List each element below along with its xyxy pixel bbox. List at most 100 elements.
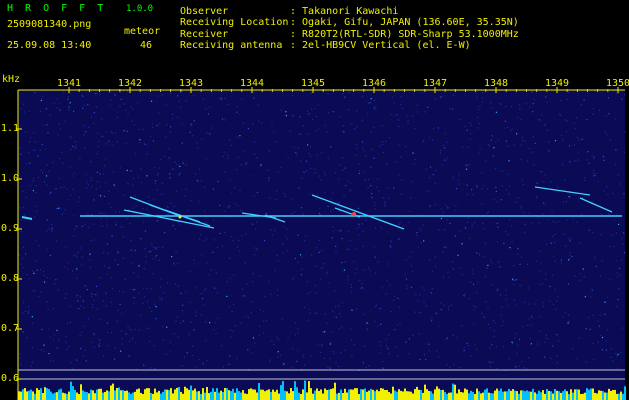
noise-dot (469, 122, 471, 124)
noise-dot (223, 151, 225, 153)
noise-dot (500, 314, 502, 316)
noise-dot (621, 327, 623, 329)
noise-dot (481, 97, 483, 99)
noise-dot (338, 328, 340, 330)
noise-dot (252, 281, 254, 283)
noise-dot (381, 287, 384, 289)
noise-dot (82, 107, 84, 109)
noise-dot (206, 238, 208, 240)
noise-dot (397, 324, 399, 326)
noise-dot (162, 339, 164, 341)
noise-dot (287, 337, 289, 339)
y-unit-label: kHz (2, 74, 21, 85)
noise-dot (125, 109, 127, 111)
noise-dot (274, 229, 276, 232)
noise-dot (61, 152, 63, 154)
noise-dot (226, 295, 228, 297)
noise-dot (120, 330, 122, 332)
noise-dot (150, 135, 152, 137)
noise-dot (184, 195, 186, 197)
noise-dot (35, 192, 37, 194)
intensity-bar (106, 390, 108, 400)
intensity-bar (358, 394, 360, 400)
noise-dot (149, 307, 151, 309)
noise-dot (56, 107, 58, 109)
noise-dot (114, 347, 116, 349)
noise-dot (351, 123, 353, 125)
noise-dot (518, 104, 521, 106)
noise-dot (124, 333, 126, 335)
noise-dot (564, 179, 566, 181)
intensity-bar (188, 389, 190, 400)
noise-dot (32, 290, 34, 292)
noise-dot (314, 172, 316, 174)
noise-dot (473, 309, 475, 311)
noise-dot (345, 184, 348, 186)
noise-dot (132, 184, 134, 186)
intensity-bar (182, 393, 184, 400)
intensity-bar (176, 387, 178, 400)
noise-dot (368, 178, 370, 181)
noise-dot (585, 361, 587, 363)
noise-dot (367, 102, 370, 104)
noise-dot (195, 366, 197, 368)
noise-dot (575, 117, 578, 119)
noise-dot (252, 273, 254, 275)
noise-dot (334, 172, 336, 174)
noise-dot (344, 185, 346, 187)
noise-dot (605, 115, 607, 117)
noise-dot (471, 269, 473, 271)
noise-dot (396, 114, 398, 116)
noise-dot (560, 259, 562, 261)
noise-dot (63, 91, 65, 93)
noise-dot (72, 270, 74, 272)
noise-dot (399, 322, 401, 324)
noise-dot (505, 105, 507, 107)
noise-dot (516, 352, 518, 354)
noise-dot (377, 325, 379, 327)
noise-dot (407, 122, 409, 124)
noise-dot (528, 148, 530, 150)
intensity-bar (24, 388, 26, 400)
intensity-bar (344, 388, 346, 400)
noise-dot (362, 245, 364, 247)
noise-dot (385, 140, 387, 142)
noise-dot (391, 96, 393, 98)
noise-dot (436, 350, 438, 352)
noise-dot (302, 125, 304, 127)
noise-dot (239, 135, 241, 137)
noise-dot (164, 231, 166, 234)
noise-dot (180, 92, 182, 94)
noise-dot (254, 153, 256, 155)
noise-dot (266, 319, 268, 322)
noise-dot (68, 106, 70, 108)
noise-dot (432, 128, 434, 130)
noise-dot (309, 291, 311, 293)
noise-dot (103, 195, 106, 197)
noise-dot (131, 262, 133, 264)
noise-dot (453, 269, 455, 271)
noise-dot (358, 223, 360, 225)
noise-dot (595, 173, 597, 175)
noise-dot (592, 175, 594, 177)
noise-dot (616, 272, 618, 274)
noise-dot (176, 163, 178, 166)
noise-dot (23, 214, 25, 216)
noise-dot (270, 293, 272, 295)
intensity-bar (488, 392, 490, 400)
intensity-bar (270, 391, 272, 400)
noise-dot (46, 164, 48, 166)
noise-dot (64, 120, 66, 122)
noise-dot (32, 180, 34, 182)
noise-dot (114, 259, 116, 261)
noise-dot (149, 340, 151, 342)
noise-dot (430, 292, 432, 294)
noise-dot (220, 97, 222, 99)
intensity-bar (492, 393, 494, 400)
noise-dot (40, 169, 42, 171)
intensity-bar (352, 389, 354, 400)
noise-dot (344, 349, 346, 351)
noise-dot (193, 259, 195, 261)
intensity-bar (228, 390, 230, 400)
noise-dot (548, 141, 550, 143)
